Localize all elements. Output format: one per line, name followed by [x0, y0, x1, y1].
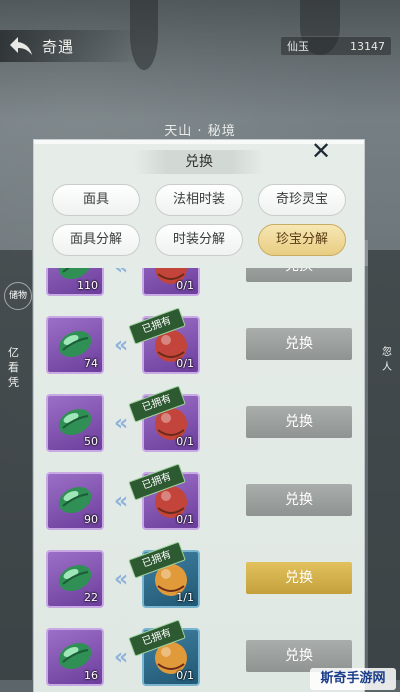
watermark: 斯奇手游网: [310, 668, 396, 690]
exchange-row: 90 «0/1 已拥有 兑换: [34, 462, 364, 540]
currency-name: 仙玉: [287, 40, 309, 53]
dialog-title: 兑换: [134, 150, 264, 174]
exchange-dialog: 兑换 面具 法相时装 奇珍灵宝 面具分解 时装分解 珍宝分解 110 « 0/1 兑换…: [34, 140, 364, 692]
exchange-list[interactable]: 110«0/1兑换74«0/1已拥有兑换50«0/1已拥有兑换90«0/1已拥有…: [34, 268, 364, 692]
cost-item-slot[interactable]: 90: [46, 472, 104, 530]
cost-item-slot[interactable]: 50: [46, 394, 104, 452]
cost-quantity: 22: [84, 591, 98, 604]
cost-quantity: 90: [84, 513, 98, 526]
cost-item-slot[interactable]: 16: [46, 628, 104, 686]
tab-treasure-decompose[interactable]: 珍宝分解: [258, 224, 346, 256]
exchange-button[interactable]: 兑换: [246, 406, 352, 438]
double-chevron-left-icon: «: [114, 268, 138, 280]
side-left-text: 亿看凭: [8, 346, 19, 389]
tab-costume[interactable]: 法相时装: [155, 184, 243, 216]
exchange-row: 22 «1/1 已拥有 兑换: [34, 540, 364, 618]
cost-item-slot[interactable]: 22: [46, 550, 104, 608]
back-arrow-icon: [10, 37, 32, 55]
exchange-button[interactable]: 兑换: [246, 268, 352, 282]
page-title: 奇遇: [42, 37, 75, 56]
cost-quantity: 74: [84, 357, 98, 370]
right-side-panel: [368, 250, 400, 680]
exchange-button[interactable]: 兑换: [246, 562, 352, 594]
tab-mask-decompose[interactable]: 面具分解: [52, 224, 140, 256]
reward-quantity: 0/1: [176, 669, 194, 682]
exchange-row: 74 «0/1 已拥有 兑换: [34, 306, 364, 384]
exchange-row: 50 «0/1 已拥有 兑换: [34, 384, 364, 462]
reward-item-slot[interactable]: 0/1: [142, 268, 200, 296]
scene-title: 天山 · 秘境: [164, 124, 236, 139]
exchange-row: 110 « 0/1 兑换: [34, 268, 364, 306]
reward-quantity: 0/1: [176, 279, 194, 292]
tab-treasure[interactable]: 奇珍灵宝: [258, 184, 346, 216]
cost-item-slot[interactable]: 110: [46, 268, 104, 296]
cost-quantity: 110: [77, 279, 98, 292]
left-side-panel: [0, 250, 32, 680]
storage-badge[interactable]: 储物: [4, 282, 32, 310]
reward-quantity: 0/1: [176, 357, 194, 370]
close-icon[interactable]: ✕: [310, 139, 332, 163]
cost-item-slot[interactable]: 74: [46, 316, 104, 374]
top-bar: 奇遇 仙玉 13147: [0, 30, 400, 62]
side-right-text: 忽人: [382, 347, 392, 373]
currency-display: 仙玉 13147: [280, 36, 392, 56]
currency-value: 13147: [350, 39, 385, 53]
cost-quantity: 50: [84, 435, 98, 448]
cost-quantity: 16: [84, 669, 98, 682]
reward-quantity: 1/1: [176, 591, 194, 604]
reward-quantity: 0/1: [176, 435, 194, 448]
exchange-button[interactable]: 兑换: [246, 484, 352, 516]
tab-mask[interactable]: 面具: [52, 184, 140, 216]
exchange-button[interactable]: 兑换: [246, 328, 352, 360]
back-button[interactable]: 奇遇: [0, 30, 140, 62]
reward-quantity: 0/1: [176, 513, 194, 526]
tab-costume-decompose[interactable]: 时装分解: [155, 224, 243, 256]
